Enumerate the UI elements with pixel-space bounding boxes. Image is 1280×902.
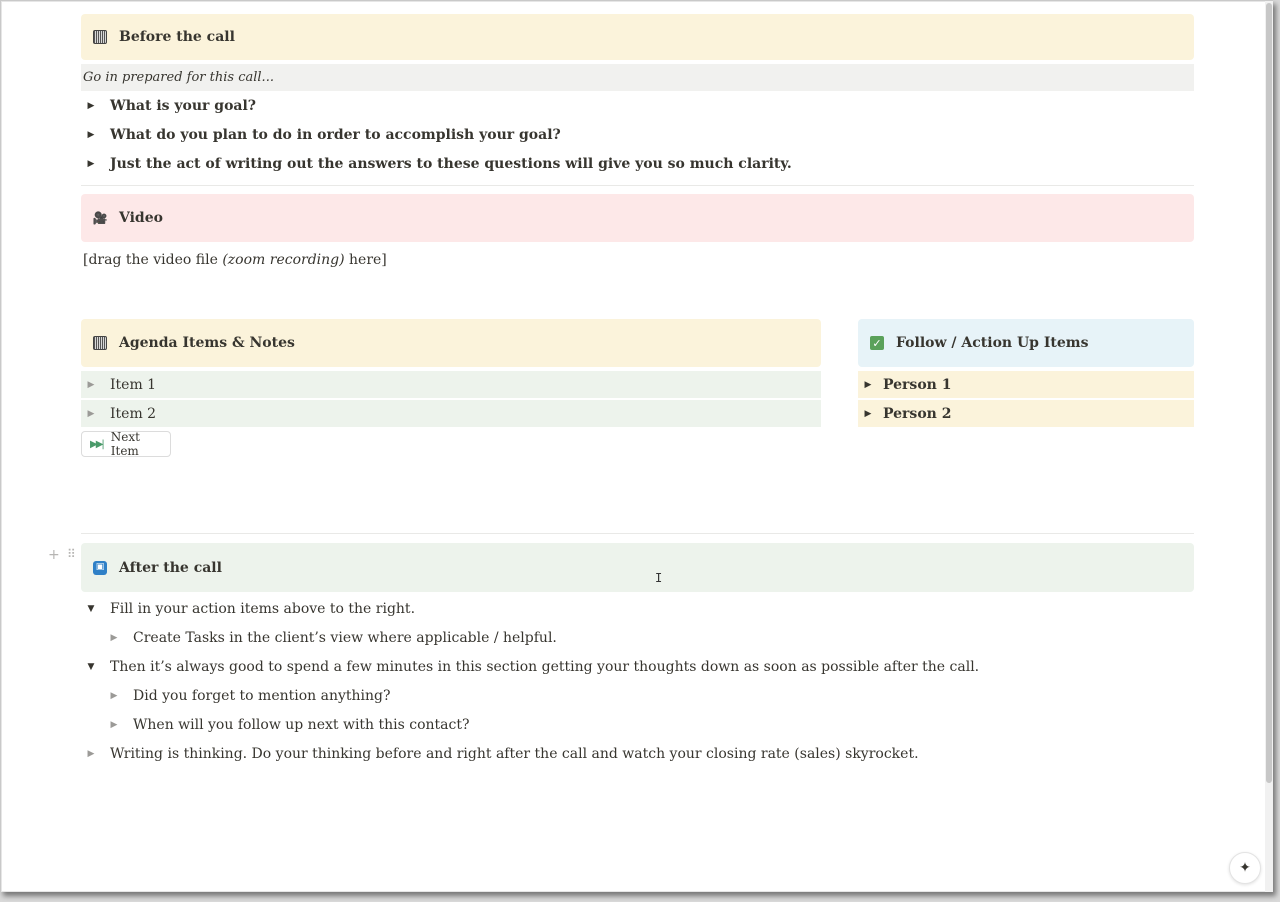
calendar-icon: ▣ (93, 560, 107, 575)
toggle-collapsed-icon[interactable]: ▶ (863, 380, 873, 390)
drag-handle-icon[interactable]: ⠿ (67, 547, 76, 561)
agenda-item-label: Item 1 (110, 376, 157, 393)
agenda-item-label: Item 2 (110, 405, 157, 422)
person-toggle-2[interactable]: ▶ Person 2 (858, 400, 1194, 427)
toggle-collapsed-icon[interactable]: ▶ (863, 409, 873, 419)
toggle-collapsed-icon[interactable]: ▶ (86, 744, 96, 764)
agenda-title: Agenda Items & Notes (119, 335, 295, 351)
video-callout[interactable]: 🎥 Video (81, 194, 1194, 242)
toggle-collapsed-icon[interactable]: ▶ (86, 125, 96, 145)
toggle-collapsed-icon[interactable]: ▶ (86, 380, 96, 390)
person-toggle-1[interactable]: ▶ Person 1 (858, 371, 1194, 398)
after-subitem-text: When will you follow up next with this c… (133, 717, 470, 733)
follow-up-title: Follow / Action Up Items (896, 335, 1089, 351)
after-toggle-2[interactable]: ▼ Then it’s always good to spend a few m… (86, 657, 980, 677)
divider (81, 185, 1194, 186)
vertical-scrollbar[interactable] (1265, 1, 1273, 892)
after-subitem-text: Create Tasks in the client’s view where … (133, 630, 557, 646)
after-item-text: Fill in your action items above to the r… (110, 601, 416, 617)
ai-assistant-button[interactable]: ✦ (1229, 852, 1261, 884)
add-block-icon[interactable]: + (48, 547, 60, 563)
scrollbar-thumb[interactable] (1266, 3, 1272, 783)
toggle-expanded-icon[interactable]: ▼ (86, 599, 96, 619)
question-text: What is your goal? (110, 98, 257, 114)
after-toggle-1[interactable]: ▼ Fill in your action items above to the… (86, 599, 415, 619)
intro-row[interactable]: Go in prepared for this call... (81, 64, 1194, 91)
sparkle-icon: ✦ (1239, 860, 1251, 876)
notion-page: Before the call Go in prepared for this … (0, 0, 1273, 892)
person-label: Person 1 (883, 376, 952, 393)
agenda-item-1[interactable]: ▶ Item 1 (81, 371, 821, 398)
after-subtoggle-1[interactable]: ▶ Create Tasks in the client’s view wher… (109, 628, 557, 648)
agenda-item-2[interactable]: ▶ Item 2 (81, 400, 821, 427)
after-subtoggle-3[interactable]: ▶ When will you follow up next with this… (109, 715, 470, 735)
video-text-before: [drag the video file (83, 252, 223, 268)
next-item-label: Next Item (110, 430, 140, 458)
video-placeholder[interactable]: [drag the video file (zoom recording) he… (83, 252, 387, 268)
after-call-callout[interactable]: ▣ After the call (81, 543, 1194, 592)
person-label: Person 2 (883, 405, 952, 422)
after-toggle-3[interactable]: ▶ Writing is thinking. Do your thinking … (86, 744, 919, 764)
divider (81, 533, 1194, 534)
fast-forward-icon: ▶▶| (90, 438, 105, 450)
agenda-callout[interactable]: Agenda Items & Notes (81, 319, 821, 367)
toggle-collapsed-icon[interactable]: ▶ (109, 715, 119, 735)
video-text-italic: (zoom recording) (222, 252, 345, 268)
before-call-callout[interactable]: Before the call (81, 14, 1194, 60)
toggle-collapsed-icon[interactable]: ▶ (109, 686, 119, 706)
question-text: What do you plan to do in order to accom… (110, 127, 561, 143)
after-item-text: Then it’s always good to spend a few min… (110, 659, 980, 675)
question-toggle-3[interactable]: ▶ Just the act of writing out the answer… (86, 154, 792, 174)
notebook-icon (93, 336, 107, 350)
check-box-icon: ✓ (870, 336, 884, 350)
after-item-text: Writing is thinking. Do your thinking be… (110, 746, 919, 762)
text-cursor-icon: I (655, 571, 663, 585)
question-text: Just the act of writing out the answers … (110, 156, 792, 172)
video-title: Video (119, 210, 163, 226)
after-subitem-text: Did you forget to mention anything? (133, 688, 391, 704)
notebook-icon (93, 30, 107, 44)
film-camera-icon: 🎥 (92, 211, 108, 225)
toggle-collapsed-icon[interactable]: ▶ (86, 409, 96, 419)
after-call-title: After the call (119, 559, 222, 576)
toggle-collapsed-icon[interactable]: ▶ (86, 96, 96, 116)
intro-text: Go in prepared for this call... (83, 70, 274, 85)
follow-up-callout[interactable]: ✓ Follow / Action Up Items (858, 319, 1194, 367)
video-text-after: here] (344, 252, 387, 268)
toggle-expanded-icon[interactable]: ▼ (86, 657, 96, 677)
toggle-collapsed-icon[interactable]: ▶ (109, 628, 119, 648)
question-toggle-1[interactable]: ▶ What is your goal? (86, 96, 256, 116)
before-call-title: Before the call (119, 29, 235, 45)
question-toggle-2[interactable]: ▶ What do you plan to do in order to acc… (86, 125, 561, 145)
next-item-button[interactable]: ▶▶| Next Item (81, 430, 171, 458)
toggle-collapsed-icon[interactable]: ▶ (86, 154, 96, 174)
after-subtoggle-2[interactable]: ▶ Did you forget to mention anything? (109, 686, 391, 706)
